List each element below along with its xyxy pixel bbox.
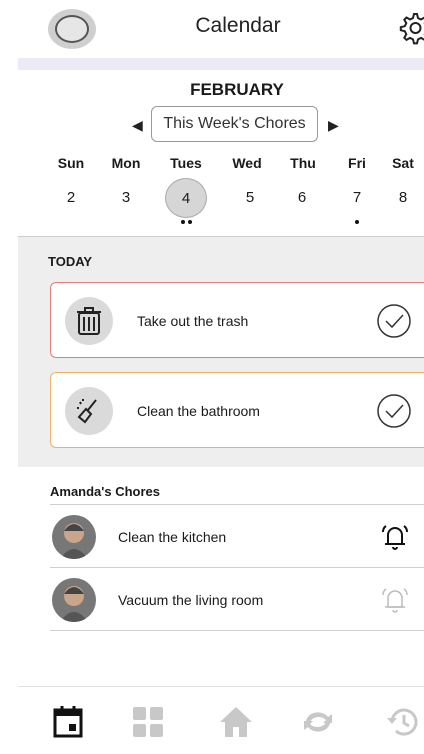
chore-label: Take out the trash: [137, 313, 249, 329]
avatar: [52, 515, 96, 559]
day-name-fri: Fri: [348, 155, 366, 171]
list-item[interactable]: Clean the kitchen: [50, 505, 424, 567]
gear-icon[interactable]: [396, 10, 424, 46]
chore-card-bathroom[interactable]: Clean the bathroom: [50, 372, 424, 448]
chore-dot: [188, 220, 192, 224]
page-title: Calendar: [195, 14, 281, 37]
month-label: FEBRUARY: [190, 80, 284, 99]
trash-can-icon: [65, 297, 113, 345]
today-heading: TODAY: [48, 254, 93, 269]
bell-icon[interactable]: [380, 585, 410, 615]
sync-icon[interactable]: [296, 700, 340, 744]
chore-label: Clean the kitchen: [118, 529, 227, 545]
prev-week-button[interactable]: ◀: [132, 117, 143, 134]
history-icon[interactable]: [380, 700, 424, 744]
day-name-mon: Mon: [111, 155, 141, 171]
day-2[interactable]: 2: [49, 186, 93, 210]
profile-avatar-icon[interactable]: [48, 9, 96, 49]
check-circle-icon[interactable]: [376, 393, 412, 429]
day-name-sat: Sat: [392, 155, 414, 171]
nav-divider: [18, 686, 424, 687]
week-selector[interactable]: This Week's Chores: [151, 106, 318, 142]
list-item[interactable]: Vacuum the living room: [50, 568, 424, 630]
day-name-sun: Sun: [57, 155, 85, 171]
row-divider: [50, 630, 424, 631]
day-name-thu: Thu: [290, 155, 316, 171]
next-week-button[interactable]: ▶: [328, 117, 339, 134]
header-divider: [18, 58, 424, 70]
chore-card-trash[interactable]: Take out the trash: [50, 282, 424, 358]
grid-icon[interactable]: [126, 700, 170, 744]
day-8[interactable]: 8: [381, 186, 424, 210]
day-4-selected[interactable]: 4: [165, 178, 207, 218]
check-circle-icon[interactable]: [376, 303, 412, 339]
chore-dot: [181, 220, 185, 224]
day-6[interactable]: 6: [280, 186, 324, 210]
section-title: Amanda's Chores: [50, 484, 161, 499]
home-icon[interactable]: [214, 700, 258, 744]
avatar: [52, 578, 96, 622]
chore-label: Clean the bathroom: [137, 403, 260, 419]
chore-dot: [355, 220, 359, 224]
cleaning-brush-icon: [65, 387, 113, 435]
bell-icon[interactable]: [380, 522, 410, 552]
day-7[interactable]: 7: [335, 186, 379, 210]
day-3[interactable]: 3: [104, 186, 148, 210]
day-5[interactable]: 5: [228, 186, 272, 210]
day-name-wed: Wed: [232, 155, 262, 171]
day-name-tues: Tues: [170, 155, 202, 171]
calendar-icon[interactable]: [46, 700, 90, 744]
chore-label: Vacuum the living room: [118, 592, 264, 608]
